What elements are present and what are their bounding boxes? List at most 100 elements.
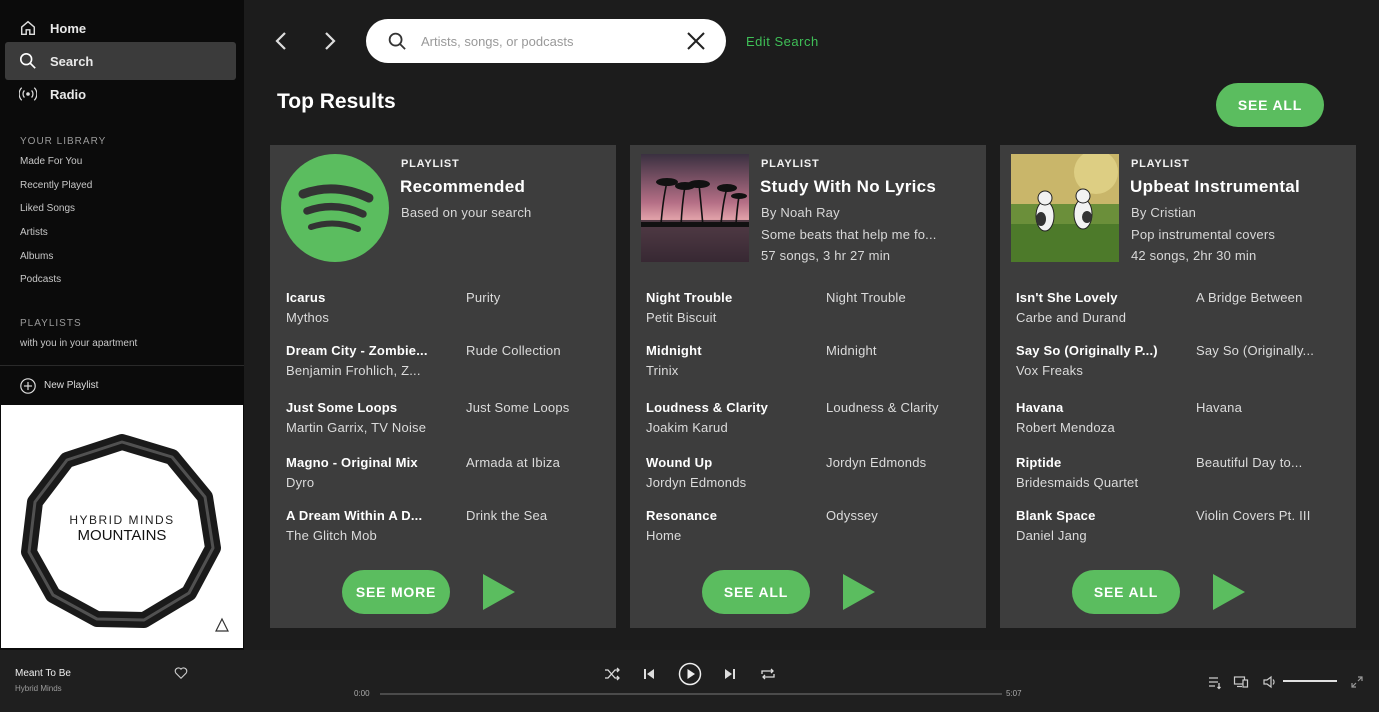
play-icon[interactable] — [1211, 573, 1247, 611]
song-title: Icarus — [286, 290, 326, 305]
progress-bar[interactable] — [380, 693, 1002, 695]
main-content: Edit Search Top Results SEE ALL PLAYLIST… — [244, 0, 1379, 650]
card-title[interactable]: Upbeat Instrumental — [1130, 177, 1300, 197]
song-row[interactable]: Loudness & Clarity Joakim Karud Loudness… — [646, 400, 966, 442]
song-artist: Vox Freaks — [1016, 363, 1084, 378]
song-album: Loudness & Clarity — [826, 400, 939, 415]
card-title[interactable]: Study With No Lyrics — [760, 177, 936, 197]
now-playing-artist[interactable]: Hybrid Minds — [15, 684, 62, 693]
search-icon — [388, 32, 406, 50]
song-album: Beautiful Day to... — [1196, 455, 1303, 470]
card-description: Some beats that help me fo... — [761, 227, 937, 242]
queue-icon[interactable] — [1207, 674, 1223, 690]
result-card-upbeat[interactable]: PLAYLIST Upbeat Instrumental By Cristian… — [1000, 145, 1356, 628]
library-artists[interactable]: Artists — [20, 227, 48, 238]
song-row[interactable]: Riptide Bridesmaids Quartet Beautiful Da… — [1016, 455, 1336, 497]
new-playlist-button[interactable]: New Playlist — [0, 365, 244, 405]
next-track-icon[interactable] — [722, 666, 738, 682]
song-row[interactable]: Icarus Mythos Purity — [286, 290, 606, 332]
see-more-button[interactable]: SEE MORE — [342, 570, 450, 614]
song-row[interactable]: Wound Up Jordyn Edmonds Jordyn Edmonds — [646, 455, 966, 497]
card-title[interactable]: Recommended — [400, 177, 525, 197]
result-card-study[interactable]: PLAYLIST Study With No Lyrics By Noah Ra… — [630, 145, 986, 628]
song-artist: Robert Mendoza — [1016, 420, 1115, 435]
song-album: Night Trouble — [826, 290, 906, 305]
playlist-item[interactable]: with you in your apartment — [20, 338, 137, 349]
library-made-for-you[interactable]: Made For You — [20, 156, 82, 167]
library-heading: YOUR LIBRARY — [20, 136, 107, 147]
forward-arrow-icon[interactable] — [316, 28, 342, 54]
edit-search-link[interactable]: Edit Search — [746, 34, 819, 49]
see-all-button[interactable]: SEE ALL — [702, 570, 810, 614]
see-all-button[interactable]: SEE ALL — [1072, 570, 1180, 614]
see-all-button[interactable]: SEE ALL — [1216, 83, 1324, 127]
song-row[interactable]: Magno - Original Mix Dyro Armada at Ibiz… — [286, 455, 606, 497]
song-artist: Daniel Jang — [1016, 528, 1087, 543]
song-row[interactable]: Isn't She Lovely Carbe and Durand A Brid… — [1016, 290, 1336, 332]
song-album: A Bridge Between — [1196, 290, 1303, 305]
song-title: Midnight — [646, 343, 702, 358]
card-stats: 42 songs, 2hr 30 min — [1131, 248, 1257, 263]
previous-track-icon[interactable] — [641, 666, 657, 682]
play-icon[interactable] — [481, 573, 517, 611]
spotify-logo-icon — [281, 154, 389, 262]
song-artist: Joakim Karud — [646, 420, 728, 435]
time-elapsed: 0:00 — [354, 689, 370, 698]
song-row[interactable]: Dream City - Zombie... Benjamin Frohlich… — [286, 343, 606, 385]
nav-search-label: Search — [50, 53, 94, 69]
song-album: Odyssey — [826, 508, 878, 523]
song-row[interactable]: Say So (Originally P...) Vox Freaks Say … — [1016, 343, 1336, 385]
card-description: Based on your search — [401, 205, 532, 220]
volume-slider[interactable] — [1283, 680, 1337, 682]
sidebar: Home Search Radio YOUR LIBRARY Made For … — [0, 0, 244, 650]
now-playing-title[interactable]: Meant To Be — [15, 668, 71, 679]
now-playing-album-art[interactable]: HYBRID MINDS MOUNTAINS — [1, 405, 243, 648]
album-art-line2: MOUNTAINS — [78, 527, 167, 544]
close-icon[interactable] — [686, 31, 706, 51]
song-album: Midnight — [826, 343, 877, 358]
library-podcasts[interactable]: Podcasts — [20, 274, 61, 285]
nav-radio-label: Radio — [50, 86, 87, 102]
album-art-line1: HYBRID MINDS — [69, 513, 174, 527]
back-arrow-icon[interactable] — [269, 28, 295, 54]
song-album: Say So (Originally... — [1196, 343, 1315, 358]
shuffle-icon[interactable] — [604, 666, 620, 682]
song-album: Drink the Sea — [466, 508, 548, 523]
song-title: Havana — [1016, 400, 1064, 415]
repeat-icon[interactable] — [760, 666, 776, 682]
album-art-graphic: HYBRID MINDS MOUNTAINS — [21, 434, 229, 632]
song-title: Dream City - Zombie... — [286, 343, 428, 358]
song-title: Magno - Original Mix — [286, 455, 418, 470]
search-icon — [19, 52, 36, 69]
song-row[interactable]: Resonance Home Odyssey — [646, 508, 966, 550]
search-bar[interactable] — [366, 19, 726, 63]
search-input[interactable] — [421, 31, 641, 51]
library-albums[interactable]: Albums — [20, 251, 53, 262]
volume-fill — [1283, 680, 1337, 682]
play-pause-button[interactable] — [678, 662, 702, 686]
song-title: Loudness & Clarity — [646, 400, 769, 415]
result-card-recommended[interactable]: PLAYLIST Recommended Based on your searc… — [270, 145, 616, 628]
song-row[interactable]: Havana Robert Mendoza Havana — [1016, 400, 1336, 442]
new-playlist-label: New Playlist — [44, 380, 99, 391]
nav-radio[interactable]: Radio — [5, 75, 236, 113]
song-artist: Petit Biscuit — [646, 310, 717, 325]
time-total: 5:07 — [1006, 689, 1022, 698]
song-row[interactable]: Night Trouble Petit Biscuit Night Troubl… — [646, 290, 966, 332]
volume-icon[interactable] — [1262, 674, 1278, 690]
fullscreen-icon[interactable] — [1349, 674, 1365, 690]
devices-icon[interactable] — [1233, 674, 1249, 690]
library-recently-played[interactable]: Recently Played — [20, 180, 92, 191]
library-liked-songs[interactable]: Liked Songs — [20, 203, 75, 214]
song-row[interactable]: Midnight Trinix Midnight — [646, 343, 966, 385]
song-row[interactable]: A Dream Within A D... The Glitch Mob Dri… — [286, 508, 606, 550]
song-artist: Carbe and Durand — [1016, 310, 1127, 325]
song-artist: Mythos — [286, 310, 330, 325]
play-icon[interactable] — [841, 573, 877, 611]
playlist-cover-cats — [1011, 154, 1119, 262]
heart-icon[interactable] — [174, 666, 188, 680]
song-row[interactable]: Blank Space Daniel Jang Violin Covers Pt… — [1016, 508, 1336, 550]
song-artist: The Glitch Mob — [286, 528, 377, 543]
song-album: Jordyn Edmonds — [826, 455, 927, 470]
song-row[interactable]: Just Some Loops Martin Garrix, TV Noise … — [286, 400, 606, 442]
